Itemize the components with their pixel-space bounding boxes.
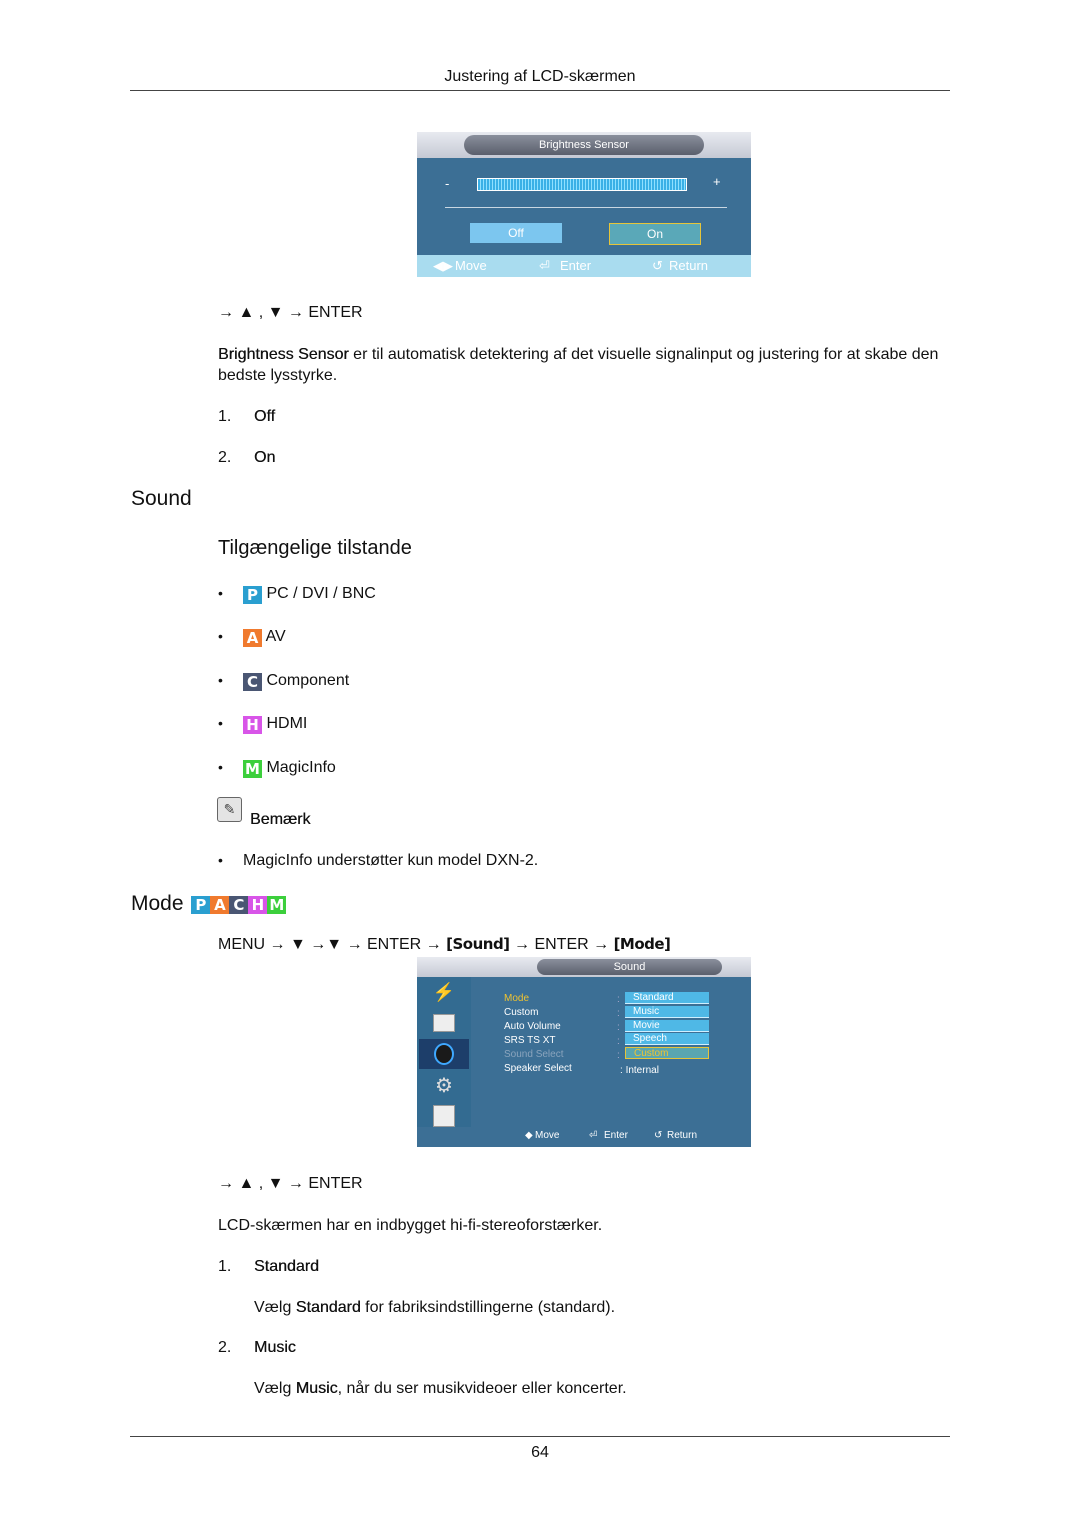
list-item-desc: Vælg Music, når du ser musikvideoer elle… xyxy=(254,1380,627,1397)
return-icon: ↺ xyxy=(654,1130,663,1141)
section-title-mode: Mode PACHM xyxy=(131,890,287,916)
component-badge-icon: C xyxy=(229,896,249,914)
menu-item-sound-select: Sound Select xyxy=(504,1049,564,1060)
sound-osd: Sound ⚡ ⚙ Mode Custom Auto Volume SRS TS… xyxy=(417,957,751,1147)
osd-footer: ◀▶ Move ⏎ Enter ↺ Return xyxy=(417,255,751,277)
minus-label: - xyxy=(445,176,450,191)
option-custom-selected[interactable]: Custom xyxy=(625,1047,709,1059)
option-speech[interactable]: Speech xyxy=(625,1033,709,1045)
mode-item-av: • A AV xyxy=(218,628,286,647)
header-rule xyxy=(130,90,950,91)
mode-item-component: • C Component xyxy=(218,672,350,691)
enter-icon: ⏎ xyxy=(539,258,550,273)
running-header: Justering af LCD-skærmen xyxy=(444,68,636,85)
pc-badge-icon: P xyxy=(243,586,262,604)
menu-item-srs-ts-xt[interactable]: SRS TS XT xyxy=(504,1035,556,1046)
brightness-description: Brightness Sensor er til automatisk dete… xyxy=(218,346,939,384)
av-badge-icon: A xyxy=(210,896,230,914)
sound-description: LCD-skærmen har en indbygget hi-fi-stere… xyxy=(218,1217,603,1234)
menu-item-mode[interactable]: Mode xyxy=(504,993,529,1004)
input-icon[interactable]: ⚡ xyxy=(419,977,469,1007)
plus-label: + xyxy=(713,174,721,189)
osd-footer: ◆ Move ⏎ Enter ↺ Return xyxy=(417,1127,751,1147)
list-item-desc: Vælg Standard for fabriksindstillingerne… xyxy=(254,1299,616,1316)
osd-title: Sound xyxy=(537,959,722,975)
enter-icon: ⏎ xyxy=(589,1130,598,1141)
move-icon: ◆ xyxy=(525,1130,533,1141)
brightness-slider[interactable] xyxy=(477,178,687,191)
subsection-title: Tilgængelige tilstande xyxy=(218,537,412,559)
option-movie[interactable]: Movie xyxy=(625,1020,709,1032)
note-pencil-icon: ✎ xyxy=(217,797,242,822)
section-title-sound: Sound xyxy=(131,487,192,510)
page-number: 64 xyxy=(531,1444,549,1461)
list-item: 1. Standard xyxy=(218,1258,319,1275)
hdmi-badge-icon: H xyxy=(243,716,262,734)
nav-instruction: → ▲ , ▼ → ENTER xyxy=(218,1175,363,1192)
hdmi-badge-icon: H xyxy=(248,896,268,914)
picture-icon[interactable] xyxy=(419,1008,469,1038)
note-bullet: • MagicInfo understøtter kun model DXN-2. xyxy=(218,852,539,869)
list-item: 1. Off xyxy=(218,408,276,425)
move-icon: ◀▶ xyxy=(433,258,453,273)
mode-badges: PACHM xyxy=(191,890,287,914)
setup-icon[interactable]: ⚙ xyxy=(419,1070,469,1100)
nav-instruction: → ▲ , ▼ → ENTER xyxy=(218,304,363,321)
list-item: 2. Music xyxy=(218,1339,296,1356)
sound-icon[interactable] xyxy=(419,1039,469,1069)
list-item: 2. On xyxy=(218,449,276,466)
menu-item-auto-volume[interactable]: Auto Volume xyxy=(504,1021,561,1032)
speaker-value: : Internal xyxy=(620,1065,659,1076)
menu-item-custom[interactable]: Custom xyxy=(504,1007,538,1018)
mode-item-pc: • P PC / DVI / BNC xyxy=(218,585,376,604)
osd-sidebar: ⚡ ⚙ xyxy=(417,977,471,1127)
magicinfo-badge-icon: M xyxy=(243,760,262,778)
osd-title: Brightness Sensor xyxy=(464,135,704,155)
av-badge-icon: A xyxy=(243,629,262,647)
brightness-sensor-osd: Brightness Sensor - + Off On ◀▶ Move ⏎ E… xyxy=(417,132,751,277)
return-icon: ↺ xyxy=(652,258,663,273)
option-music[interactable]: Music xyxy=(625,1006,709,1018)
menu-path: MENU → ▼ →▼ → ENTER → [Sound] → ENTER → … xyxy=(218,935,671,953)
option-standard[interactable]: Standard xyxy=(625,992,709,1004)
off-button[interactable]: Off xyxy=(470,223,562,243)
pc-badge-icon: P xyxy=(191,896,211,914)
footer-rule xyxy=(130,1436,950,1437)
on-button[interactable]: On xyxy=(609,223,701,245)
mode-item-magicinfo: • M MagicInfo xyxy=(218,759,336,778)
component-badge-icon: C xyxy=(243,673,262,691)
menu-item-speaker-select[interactable]: Speaker Select xyxy=(504,1063,572,1074)
magicinfo-badge-icon: M xyxy=(267,896,287,914)
mode-item-hdmi: • H HDMI xyxy=(218,715,308,734)
